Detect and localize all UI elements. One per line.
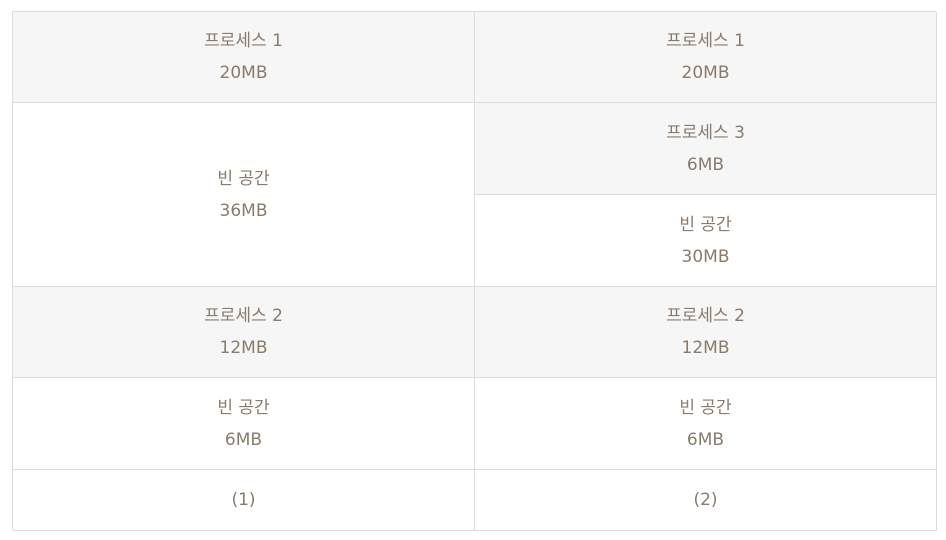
block-free-6mb-col2: 빈 공간 6MB [475,378,937,470]
block-process-2-col1: 프로세스 2 12MB [13,287,475,378]
block-size: 30MB [681,246,730,267]
block-name: 프로세스 1 [204,31,283,51]
block-name: 빈 공간 [217,397,270,418]
caption-label: (2) [693,490,718,510]
block-process-3-col2: 프로세스 3 6MB [475,103,937,195]
block-name: 빈 공간 [679,397,732,418]
block-size: 20MB [219,63,268,83]
block-size: 6MB [686,429,725,450]
block-name: 빈 공간 [217,168,270,189]
block-process-1-col1: 프로세스 1 20MB [13,12,475,103]
block-process-2-col2: 프로세스 2 12MB [475,287,937,378]
caption-col2: (2) [475,470,937,531]
caption-col1: (1) [13,470,475,531]
block-process-1-col2: 프로세스 1 20MB [475,12,937,103]
block-size: 36MB [219,200,268,221]
block-name: 프로세스 3 [666,122,745,143]
block-size: 12MB [681,338,730,358]
block-size: 20MB [681,63,730,83]
block-size: 6MB [686,154,725,175]
block-name: 프로세스 2 [666,306,745,326]
block-free-30mb-col2: 빈 공간 30MB [475,195,937,287]
block-name: 프로세스 1 [666,31,745,51]
caption-label: (1) [231,490,256,510]
memory-allocation-table: 프로세스 1 20MB 빈 공간 36MB 프로세스 2 12MB 빈 공간 6… [12,11,937,531]
block-size: 6MB [224,429,263,450]
block-free-36mb-col1: 빈 공간 36MB [13,103,475,287]
block-free-6mb-col1: 빈 공간 6MB [13,378,475,470]
block-size: 12MB [219,338,268,358]
block-name: 프로세스 2 [204,306,283,326]
block-name: 빈 공간 [679,214,732,235]
